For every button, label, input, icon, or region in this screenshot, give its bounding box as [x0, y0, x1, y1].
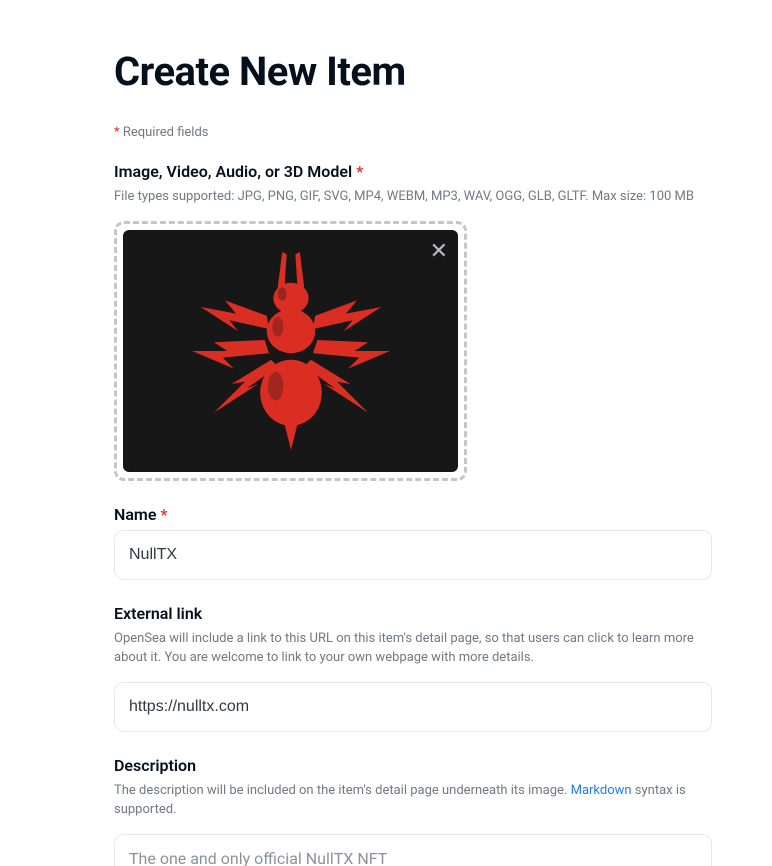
media-hint: File types supported: JPG, PNG, GIF, SVG… [114, 187, 712, 207]
markdown-link[interactable]: Markdown [571, 783, 632, 798]
required-fields-note: * Required fields [114, 125, 712, 140]
external-link-input[interactable] [114, 682, 712, 732]
name-input[interactable] [114, 530, 712, 580]
media-preview: ✕ [123, 230, 458, 472]
media-label: Image, Video, Audio, or 3D Model * [114, 162, 712, 181]
external-link-label: External link [114, 604, 712, 623]
media-field-group: Image, Video, Audio, or 3D Model * File … [114, 162, 712, 481]
required-asterisk: * [114, 125, 120, 140]
external-link-field-group: External link OpenSea will include a lin… [114, 604, 712, 732]
media-dropzone[interactable]: ✕ [114, 221, 467, 481]
name-label: Name * [114, 505, 712, 524]
external-link-hint: OpenSea will include a link to this URL … [114, 629, 712, 668]
required-text: Required fields [123, 125, 209, 140]
page-title: Create New Item [114, 48, 712, 95]
ant-icon [181, 241, 401, 461]
name-field-group: Name * [114, 505, 712, 580]
description-field-group: Description The description will be incl… [114, 756, 712, 866]
description-textarea[interactable] [114, 834, 712, 866]
description-hint: The description will be included on the … [114, 781, 712, 820]
description-label: Description [114, 756, 712, 775]
close-icon[interactable]: ✕ [430, 240, 448, 262]
